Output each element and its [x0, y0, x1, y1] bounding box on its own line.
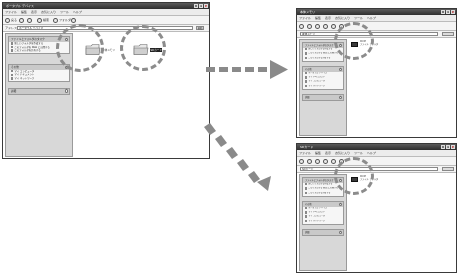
arrow-right: [206, 60, 288, 79]
arrow-down-right: [204, 123, 271, 191]
flow-arrows: [204, 60, 288, 191]
